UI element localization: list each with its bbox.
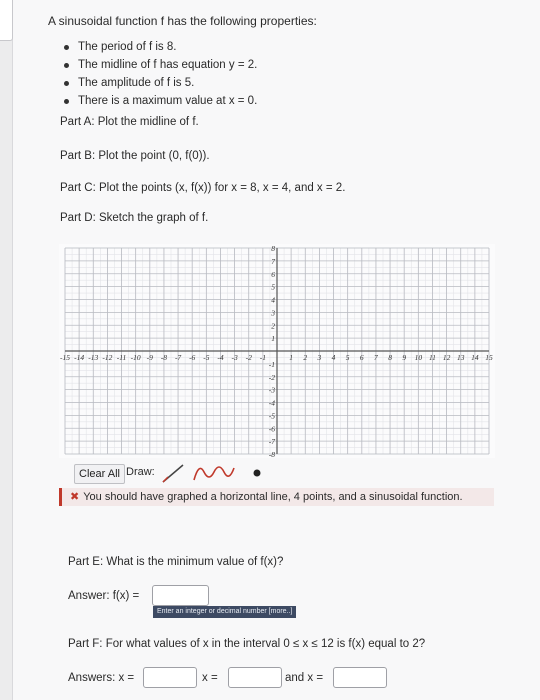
y-tick-label: -4 (269, 399, 275, 408)
graph-canvas[interactable]: -15 -14 -13 -12 -11 -10 -9 -8 -7 -6 -5 -4 -3 -2 -1 1 2 3 4… (59, 244, 495, 458)
property-period: The period of f is 8. (64, 38, 257, 56)
x-tick-label: 12 (443, 353, 451, 362)
x-tick-label: 13 (457, 353, 465, 362)
property-amplitude: The amplitude of f is 5. (64, 74, 257, 92)
x-tick-label: -6 (189, 353, 195, 362)
y-tick-label: 6 (271, 270, 275, 279)
y-tick-label: -7 (269, 437, 275, 446)
property-midline: The midline of f has equation y = 2. (64, 56, 257, 74)
x-tick-label: -11 (117, 353, 126, 362)
x-tick-label: -1 (260, 353, 266, 362)
part-f-answer-input-2[interactable] (228, 667, 282, 688)
bookmark-tab[interactable] (0, 0, 13, 41)
x-tick-label: -5 (203, 353, 209, 362)
x-tick-label: 8 (388, 353, 392, 362)
input-hint[interactable]: Enter an integer or decimal number [more… (153, 606, 297, 618)
x-tick-label: -13 (88, 353, 98, 362)
y-tick-label: 2 (271, 321, 275, 330)
y-tick-label: 1 (271, 334, 275, 343)
x-tick-label: 15 (485, 353, 493, 362)
property-maximum: There is a maximum value at x = 0. (64, 92, 257, 110)
feedback-text: You should have graphed a horizontal lin… (83, 491, 463, 503)
part-f-answer-label: Answers: x = (68, 672, 135, 684)
y-tick-label: 3 (270, 308, 275, 317)
point-tool-icon[interactable] (249, 460, 265, 486)
x-tick-label: 10 (415, 353, 423, 362)
x-tick-label: 1 (289, 353, 293, 362)
part-a-prompt: Part A: Plot the midline of f. (60, 116, 199, 128)
part-b-prompt: Part B: Plot the point (0, f(0)). (60, 150, 210, 162)
x-tick-label: -2 (246, 353, 252, 362)
y-tick-label: -3 (269, 386, 275, 395)
x-tick-label: 14 (471, 353, 479, 362)
x-tick-label: 7 (374, 353, 378, 362)
part-f-prompt: Part F: For what values of x in the inte… (68, 638, 426, 650)
x-tick-label: 4 (332, 353, 336, 362)
error-x-icon: ✖ (70, 491, 80, 503)
part-e-answer-label: Answer: f(x) = (68, 590, 140, 602)
part-f-x-label: x = (202, 672, 218, 684)
x-tick-label: 9 (402, 353, 406, 362)
x-tick-label: 11 (429, 353, 436, 362)
y-tick-label: -6 (269, 424, 275, 433)
x-tick-label: -8 (161, 353, 167, 362)
part-f-and-label: and x = (285, 672, 324, 684)
x-tick-label: 2 (303, 353, 307, 362)
draw-label: Draw: (126, 466, 155, 478)
x-tick-label: 3 (317, 353, 322, 362)
line-tool-icon[interactable] (159, 460, 187, 486)
part-f-answer-input-3[interactable] (333, 667, 387, 688)
y-tick-label: 7 (271, 257, 275, 266)
sine-wave-tool-icon[interactable] (191, 460, 241, 486)
x-tick-label: -9 (147, 353, 153, 362)
part-e-answer-input[interactable] (152, 585, 209, 606)
graph-toolbar: Clear All Draw: (71, 460, 488, 486)
y-tick-label: -2 (269, 373, 275, 382)
part-c-prompt: Part C: Plot the points (x, f(x)) for x … (60, 182, 346, 194)
x-tick-label: -7 (175, 353, 181, 362)
properties-list: The period of f is 8. The midline of f h… (64, 38, 257, 110)
y-tick-label: 5 (271, 283, 275, 292)
y-tick-label: 4 (271, 296, 275, 305)
x-tick-label: -12 (102, 353, 112, 362)
y-tick-label: -1 (269, 360, 275, 369)
problem-intro: A sinusoidal function f has the followin… (48, 14, 317, 28)
part-e-prompt: Part E: What is the minimum value of f(x… (68, 556, 284, 568)
part-d-prompt: Part D: Sketch the graph of f. (60, 212, 209, 224)
y-tick-label: -5 (269, 411, 275, 420)
y-tick-label: 8 (271, 244, 275, 253)
clear-all-button[interactable]: Clear All (74, 464, 125, 484)
coordinate-grid[interactable]: -15 -14 -13 -12 -11 -10 -9 -8 -7 -6 -5 -4 -3 -2 -1 1 2 3 4… (59, 244, 495, 458)
y-tick-label: -8 (269, 450, 275, 458)
x-tick-label: 6 (360, 353, 364, 362)
part-f-answer-input-1[interactable] (143, 667, 197, 688)
x-tick-label: -15 (60, 353, 70, 362)
x-tick-label: 5 (346, 353, 350, 362)
x-tick-label: -10 (131, 353, 141, 362)
x-tick-label: -14 (74, 353, 84, 362)
x-tick-label: -4 (217, 353, 223, 362)
feedback-message: ✖ You should have graphed a horizontal li… (59, 488, 494, 506)
x-tick-label: -3 (231, 353, 237, 362)
